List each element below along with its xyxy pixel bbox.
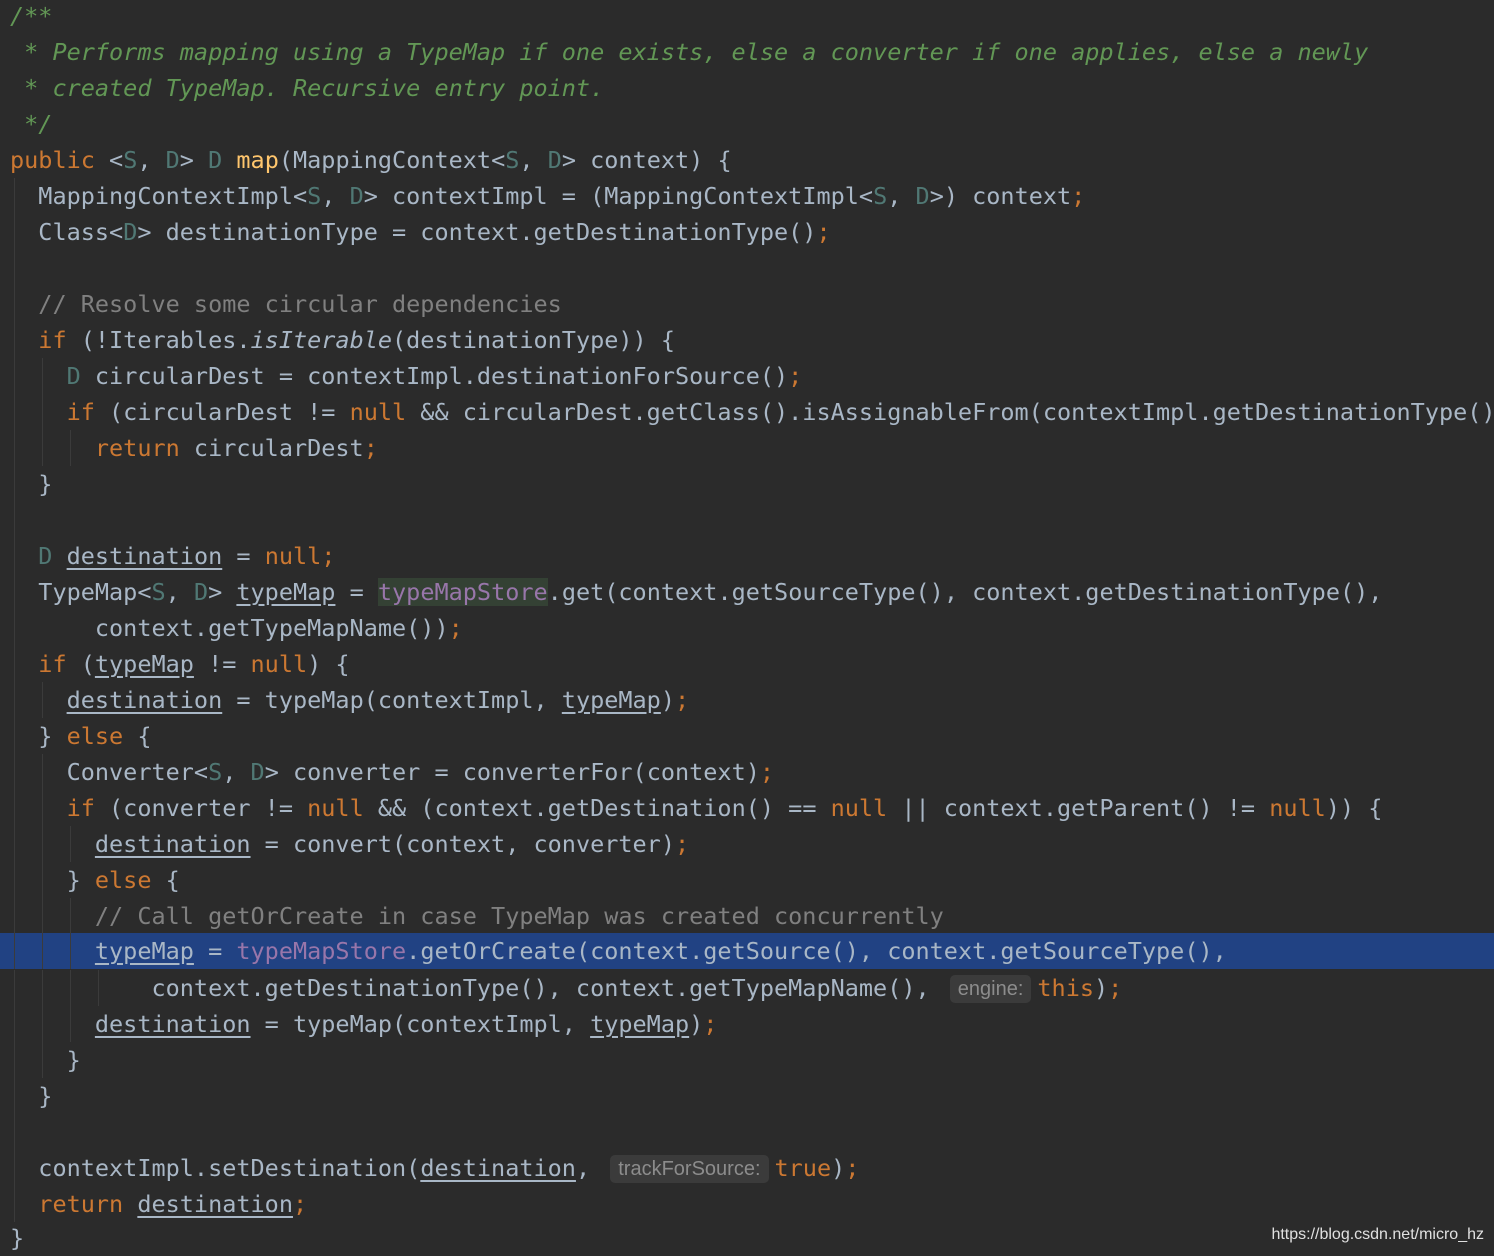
code-line: // Resolve some circular dependencies [0,286,1494,322]
code-line: destination = typeMap(contextImpl, typeM… [0,1006,1494,1042]
code-line: Converter<S, D> converter = converterFor… [0,754,1494,790]
code-line: } [0,1042,1494,1078]
code-line: context.getTypeMapName()); [0,610,1494,646]
code-line: Class<D> destinationType = context.getDe… [0,214,1494,250]
code-line: * Performs mapping using a TypeMap if on… [0,34,1494,70]
code-line: public <S, D> D map(MappingContext<S, D>… [10,146,732,174]
code-line: } [0,466,1494,502]
code-line: destination = typeMap(contextImpl, typeM… [0,682,1494,718]
code-line: if (converter != null && (context.getDes… [0,790,1494,826]
line-comment: // Resolve some circular dependencies [38,290,562,318]
code-line: D destination = null; [0,538,1494,574]
highlighted-code-line[interactable]: typeMap = typeMapStore.getOrCreate(conte… [0,933,1494,969]
code-line: */ [0,106,1494,142]
line-comment: // Call getOrCreate in case TypeMap was … [94,902,944,930]
code-line: MappingContextImpl<S, D> contextImpl = (… [0,178,1494,214]
code-line [0,502,1494,538]
code-line: destination = convert(context, converter… [0,826,1494,862]
code-line: * created TypeMap. Recursive entry point… [0,70,1494,106]
code-line: } else { [0,862,1494,898]
code-line: } [10,1224,25,1252]
doc-comment: */ [10,110,53,138]
doc-comment: /** [10,2,53,30]
doc-comment: * created TypeMap. Recursive entry point… [10,74,605,102]
code-line: contextImpl.setDestination(destination, … [0,1150,1494,1186]
field-typeMapStore[interactable]: typeMapStore [377,578,548,606]
code-line [0,250,1494,286]
code-line: /** [0,0,1494,34]
doc-comment: * Performs mapping using a TypeMap if on… [10,38,1369,66]
watermark: https://blog.csdn.net/micro_hz [1271,1226,1484,1243]
param-hint-engine: engine: [949,975,1032,1003]
code-line: if (!Iterables.isIterable(destinationTyp… [0,322,1494,358]
code-line: } else { [0,718,1494,754]
code-line: TypeMap<S, D> typeMap = typeMapStore.get… [0,574,1494,610]
code-line: if (circularDest != null && circularDest… [0,394,1494,430]
code-line: return destination; [0,1186,1494,1222]
code-line: context.getDestinationType(), context.ge… [0,970,1494,1006]
code-line: D circularDest = contextImpl.destination… [0,358,1494,394]
code-line [0,1114,1494,1150]
method-name-map[interactable]: map [236,146,278,174]
code-line: return circularDest; [0,430,1494,466]
code-line: if (typeMap != null) { [0,646,1494,682]
param-hint-trackForSource: trackForSource: [610,1155,769,1183]
code-line: } [0,1078,1494,1114]
code-line: // Call getOrCreate in case TypeMap was … [0,898,1494,934]
